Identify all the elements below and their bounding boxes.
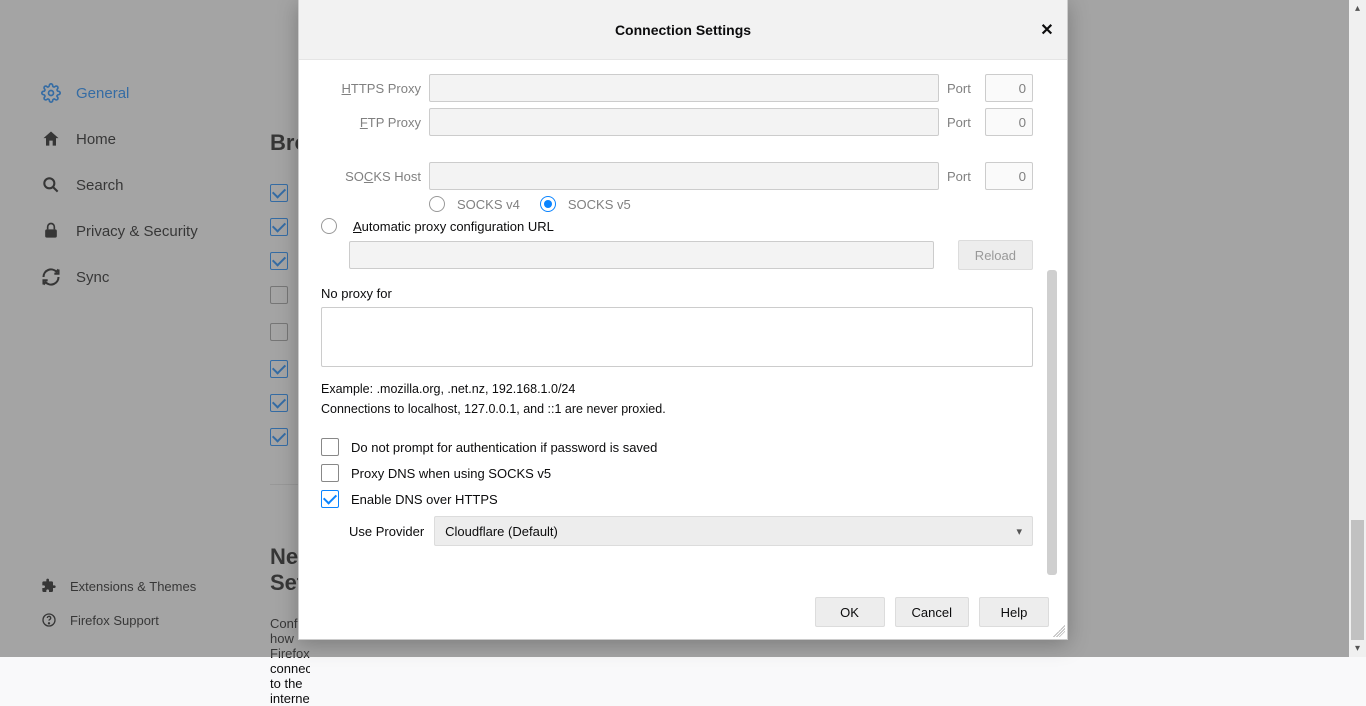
ftp-proxy-label: FTP Proxy	[321, 115, 421, 130]
socks-version-row: SOCKS v4 SOCKS v5	[429, 196, 1033, 212]
https-proxy-row: HTTPS Proxy Port	[321, 74, 1033, 102]
page-scrollbar[interactable]: ▴ ▾	[1349, 0, 1366, 657]
socks-host-label: SOCKS Host	[321, 169, 421, 184]
https-proxy-input[interactable]	[429, 74, 939, 102]
cancel-button[interactable]: Cancel	[895, 597, 969, 627]
https-proxy-label: HTTPS Proxy	[321, 81, 421, 96]
ftp-proxy-row: FTP Proxy Port	[321, 108, 1033, 136]
proxy-dns-checkbox[interactable]	[321, 464, 339, 482]
never-proxied-note: Connections to localhost, 127.0.0.1, and…	[321, 402, 1033, 416]
chevron-down-icon: ▾	[1016, 525, 1022, 538]
reload-button[interactable]: Reload	[958, 240, 1033, 270]
auto-config-radio[interactable]	[321, 218, 337, 234]
port-label: Port	[947, 81, 977, 96]
socks-host-input[interactable]	[429, 162, 939, 190]
close-button[interactable]: ✕	[1035, 18, 1059, 42]
doh-checkbox[interactable]	[321, 490, 339, 508]
auth-checkbox-row: Do not prompt for authentication if pass…	[321, 438, 1033, 456]
provider-label: Use Provider	[349, 524, 424, 539]
dialog-scrollbar[interactable]	[1045, 70, 1059, 575]
dialog-header: Connection Settings ✕	[299, 0, 1067, 60]
socks-v4-label: SOCKS v4	[457, 197, 520, 212]
dialog-footer: OK Cancel Help	[299, 585, 1067, 639]
provider-value: Cloudflare (Default)	[445, 524, 558, 539]
https-port-input[interactable]	[985, 74, 1033, 102]
socks-v4-radio[interactable]	[429, 196, 445, 212]
dialog-body: HTTPS Proxy Port FTP Proxy Port SOCKS Ho…	[299, 60, 1067, 585]
no-proxy-example: Example: .mozilla.org, .net.nz, 192.168.…	[321, 382, 1033, 396]
close-icon: ✕	[1040, 20, 1053, 40]
socks-port-input[interactable]	[985, 162, 1033, 190]
auto-config-label: Automatic proxy configuration URL	[353, 219, 554, 234]
help-button[interactable]: Help	[979, 597, 1049, 627]
provider-select[interactable]: Cloudflare (Default) ▾	[434, 516, 1033, 546]
ok-button[interactable]: OK	[815, 597, 885, 627]
proxy-dns-checkbox-row: Proxy DNS when using SOCKS v5	[321, 464, 1033, 482]
auto-config-row: Automatic proxy configuration URL	[321, 218, 1033, 234]
connection-settings-dialog: Connection Settings ✕ HTTPS Proxy Port F…	[298, 0, 1068, 640]
socks-v5-label: SOCKS v5	[568, 197, 631, 212]
resize-grip[interactable]	[1053, 625, 1065, 637]
port-label: Port	[947, 115, 977, 130]
doh-checkbox-label: Enable DNS over HTTPS	[351, 492, 498, 507]
provider-row: Use Provider Cloudflare (Default) ▾	[349, 516, 1033, 546]
no-proxy-label: No proxy for	[321, 286, 1033, 301]
page-scrollbar-thumb[interactable]	[1351, 520, 1364, 640]
dialog-title: Connection Settings	[615, 22, 751, 38]
auto-config-url-input[interactable]	[349, 241, 934, 269]
port-label: Port	[947, 169, 977, 184]
auto-config-url-row: Reload	[349, 240, 1033, 270]
socks-host-row: SOCKS Host Port	[321, 162, 1033, 190]
doh-checkbox-row: Enable DNS over HTTPS	[321, 490, 1033, 508]
no-proxy-textarea[interactable]	[321, 307, 1033, 367]
proxy-dns-checkbox-label: Proxy DNS when using SOCKS v5	[351, 466, 551, 481]
ftp-proxy-input[interactable]	[429, 108, 939, 136]
auth-checkbox[interactable]	[321, 438, 339, 456]
ftp-port-input[interactable]	[985, 108, 1033, 136]
socks-v5-radio[interactable]	[540, 196, 556, 212]
scroll-down-icon[interactable]: ▾	[1349, 640, 1366, 657]
scroll-up-icon[interactable]: ▴	[1349, 0, 1366, 17]
scrollbar-thumb[interactable]	[1047, 270, 1057, 575]
auth-checkbox-label: Do not prompt for authentication if pass…	[351, 440, 657, 455]
